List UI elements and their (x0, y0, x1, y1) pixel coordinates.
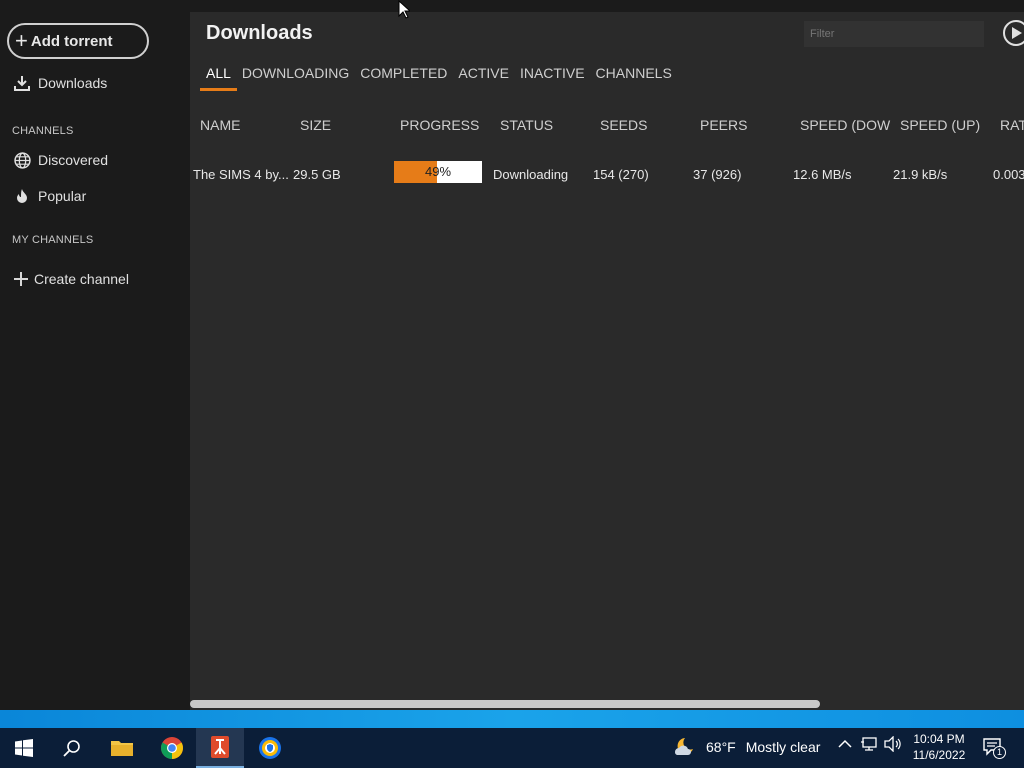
cell-status: Downloading (493, 167, 569, 182)
cell-size: 29.5 GB (293, 167, 341, 182)
my-channels-header: MY CHANNELS (12, 234, 94, 246)
tab-downloading[interactable]: DOWNLOADING (242, 65, 349, 89)
system-tray (838, 736, 902, 752)
search-button[interactable] (48, 728, 96, 768)
sidebar-item-label: Downloads (38, 75, 108, 91)
sidebar-item-popular[interactable]: Popular (12, 186, 86, 206)
cell-peers: 37 (926) (693, 167, 742, 182)
shield-browser-icon (259, 737, 281, 759)
tab-all[interactable]: ALL (200, 65, 237, 91)
cell-speed-up: 21.9 kB/s (893, 167, 948, 182)
file-explorer-button[interactable] (98, 728, 146, 768)
column-header-peers[interactable]: PEERS (700, 117, 747, 133)
chevron-up-icon[interactable] (838, 739, 852, 749)
moon-cloud-icon (674, 738, 693, 755)
flame-icon (12, 186, 32, 206)
window-accent-strip (0, 710, 1024, 728)
mouse-cursor-icon (398, 0, 410, 19)
start-button[interactable] (0, 728, 48, 768)
tribler-button[interactable] (196, 728, 244, 768)
sidebar-item-discovered[interactable]: Discovered (12, 150, 108, 170)
cell-ratio: 0.003 (993, 167, 1024, 182)
cell-speed-down: 12.6 MB/s (793, 167, 852, 182)
channels-header: CHANNELS (12, 125, 74, 137)
plus-icon (12, 269, 30, 289)
search-icon (63, 740, 80, 757)
network-icon[interactable] (860, 736, 878, 752)
action-center-button[interactable]: 1 (982, 736, 1006, 759)
tab-completed[interactable]: COMPLETED (360, 65, 447, 89)
play-icon (1012, 27, 1022, 39)
add-torrent-button[interactable]: + Add torrent (7, 23, 149, 59)
browser-button[interactable] (246, 728, 294, 768)
cell-seeds: 154 (270) (593, 167, 649, 182)
sidebar-item-label: Discovered (38, 152, 109, 168)
chrome-button[interactable] (148, 728, 196, 768)
chrome-icon (161, 737, 183, 759)
column-header-progress[interactable]: PROGRESS (400, 117, 479, 133)
clock-time: 10:04 PM (913, 732, 965, 746)
progress-bar: 49% (394, 161, 482, 183)
progress-text: 49% (424, 164, 452, 179)
create-channel-button[interactable]: Create channel (12, 269, 129, 289)
column-header-name[interactable]: NAME (200, 117, 240, 133)
weather-widget[interactable]: 68°F Mostly clear (672, 736, 820, 758)
volume-icon[interactable] (884, 736, 902, 752)
tab-channels[interactable]: CHANNELS (596, 65, 672, 89)
weather-temp: 68°F (706, 739, 736, 755)
column-header-speed-up[interactable]: SPEED (UP) (900, 117, 980, 133)
tab-active[interactable]: ACTIVE (458, 65, 509, 89)
page-title: Downloads (206, 22, 313, 44)
tribler-icon (211, 736, 229, 758)
column-header-ratio[interactable]: RAT (1000, 117, 1024, 133)
play-button[interactable] (1003, 20, 1024, 46)
plus-icon: + (15, 28, 28, 53)
folder-icon (111, 741, 133, 756)
sidebar-item-label: Popular (38, 188, 87, 204)
notification-count-badge: 1 (993, 746, 1006, 759)
filter-tabs: ALL DOWNLOADING COMPLETED ACTIVE INACTIV… (200, 65, 683, 91)
horizontal-scrollbar[interactable] (190, 700, 820, 708)
globe-icon (12, 150, 32, 170)
column-header-seeds[interactable]: SEEDS (600, 117, 647, 133)
add-torrent-label: Add torrent (30, 32, 113, 50)
download-icon (12, 73, 32, 93)
tab-inactive[interactable]: INACTIVE (520, 65, 585, 89)
sidebar-item-downloads[interactable]: Downloads (12, 73, 107, 93)
clock-date: 11/6/2022 (912, 748, 966, 762)
column-header-size[interactable]: SIZE (300, 117, 331, 133)
create-channel-label: Create channel (34, 271, 129, 287)
taskbar-clock[interactable]: 10:04 PM 11/6/2022 (905, 731, 973, 763)
column-header-speed-down[interactable]: SPEED (DOW (800, 117, 890, 133)
filter-input[interactable] (804, 21, 984, 47)
weather-desc: Mostly clear (745, 739, 821, 755)
cell-name: The SIMS 4 by... (193, 167, 289, 182)
sidebar: + Add torrent Downloads CHANNELS Discove… (0, 0, 190, 710)
windows-logo-icon (15, 739, 33, 757)
downloads-panel: Downloads ALL DOWNLOADING COMPLETED ACTI… (190, 12, 1024, 710)
column-header-status[interactable]: STATUS (500, 117, 553, 133)
